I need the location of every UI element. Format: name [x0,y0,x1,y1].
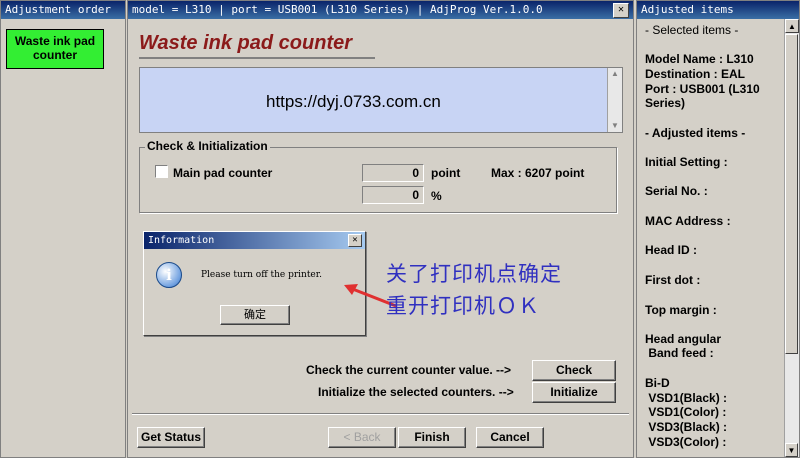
adjustment-order-title: Adjustment order [1,1,125,19]
percent-value-field: 0 [362,186,424,204]
mac-address: MAC Address : [645,214,731,228]
scroll-down-icon[interactable]: ▼ [608,120,622,132]
initialize-button[interactable]: Initialize [532,382,616,403]
band-feed: Band feed : [645,346,714,360]
scroll-up-icon[interactable]: ▲ [785,19,799,33]
dialog-message: Please turn off the printer. [201,270,322,280]
dialog-close-icon[interactable]: ✕ [348,234,362,247]
info-icon: i [156,262,182,288]
right-scrollbar[interactable]: ▲ ▼ [784,19,799,457]
scroll-thumb[interactable] [785,34,798,354]
banner-text: https://dyj.0733.com.cn [266,92,441,111]
bi-d: Bi-D [645,376,670,390]
serial-no: Serial No. : [645,184,708,198]
adjusted-items-pane: Adjusted items - Selected items - Model … [636,0,800,458]
main-pad-label: Main pad counter [173,166,273,180]
head-id: Head ID : [645,243,698,257]
first-dot: First dot : [645,273,701,287]
main-title-text: model = L310 | port = USB001 (L310 Serie… [132,3,543,16]
vsd3-black: VSD3(Black) : [645,420,728,434]
selected-items-header: - Selected items - [645,23,739,37]
model-name: Model Name : L310 [645,52,754,66]
main-title-bar: model = L310 | port = USB001 (L310 Serie… [128,1,633,19]
back-button[interactable]: < Back [328,427,396,448]
heading-rule [139,57,375,59]
banner-scrollbar[interactable]: ▲ ▼ [607,68,622,132]
initial-setting: Initial Setting : [645,155,728,169]
adjusted-items-content: - Selected items - Model Name : L310 Des… [639,19,785,457]
dialog-title: Information [148,235,215,246]
head-angular: Head angular [645,332,722,346]
port: Port : USB001 (L310 [645,82,760,96]
scroll-down-icon[interactable]: ▼ [785,443,798,457]
scroll-up-icon[interactable]: ▲ [608,68,622,80]
dialog-ok-button[interactable]: 确定 [220,305,290,325]
annotation-line-2: 重开打印机ＯＫ [386,294,540,318]
destination: Destination : EAL [645,67,746,81]
adjustment-item-waste-ink[interactable]: Waste ink pad counter [6,29,104,69]
top-margin: Top margin : [645,303,717,317]
init-instruction: Initialize the selected counters. --> [318,385,514,399]
get-status-button[interactable]: Get Status [137,427,205,448]
counter-value-field: 0 [362,164,424,182]
percent-unit: % [431,189,442,203]
max-text: Max : 6207 point [491,166,585,180]
annotation-line-1: 关了打印机点确定 [386,262,562,286]
information-dialog: Information ✕ i Please turn off the prin… [143,231,366,336]
vsd1-black: VSD1(Black) : [645,391,728,405]
adjusted-items-header: - Adjusted items - [645,126,746,140]
check-instruction: Check the current counter value. --> [306,363,512,377]
page-heading: Waste ink pad counter [139,32,353,54]
vsd3-color: VSD3(Color) : [645,435,727,449]
counter-unit: point [431,166,461,180]
adjustment-order-pane: Adjustment order Waste ink pad counter [0,0,126,458]
finish-button[interactable]: Finish [398,427,466,448]
port-cont: Series) [645,96,686,110]
dialog-title-bar: Information ✕ [144,232,365,249]
close-icon[interactable]: ✕ [613,3,629,18]
group-title: Check & Initialization [145,139,270,153]
banner-area: https://dyj.0733.com.cn ▲ ▼ [139,67,623,133]
cancel-button[interactable]: Cancel [476,427,544,448]
vsd1-color: VSD1(Color) : [645,405,727,419]
bottom-divider [132,413,629,415]
check-button[interactable]: Check [532,360,616,381]
main-pad-checkbox[interactable] [155,165,168,178]
adjusted-items-title: Adjusted items [637,1,799,19]
main-window: model = L310 | port = USB001 (L310 Serie… [127,0,634,458]
